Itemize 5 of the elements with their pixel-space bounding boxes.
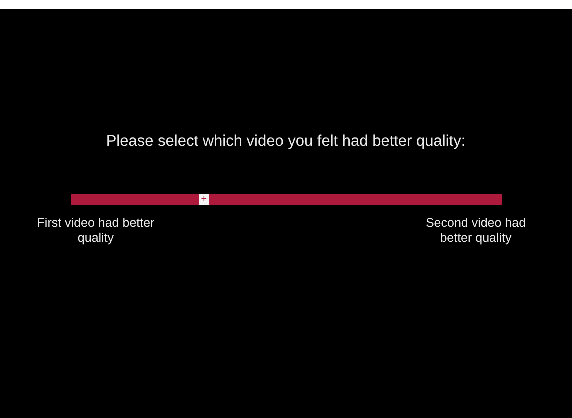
slider-thumb[interactable]: + [199,194,210,205]
right-label: Second video had better quality [424,216,528,246]
left-label: First video had better quality [36,216,156,246]
prompt-text: Please select which video you felt had better quality: [106,132,466,152]
slider-track[interactable]: + [70,194,502,205]
